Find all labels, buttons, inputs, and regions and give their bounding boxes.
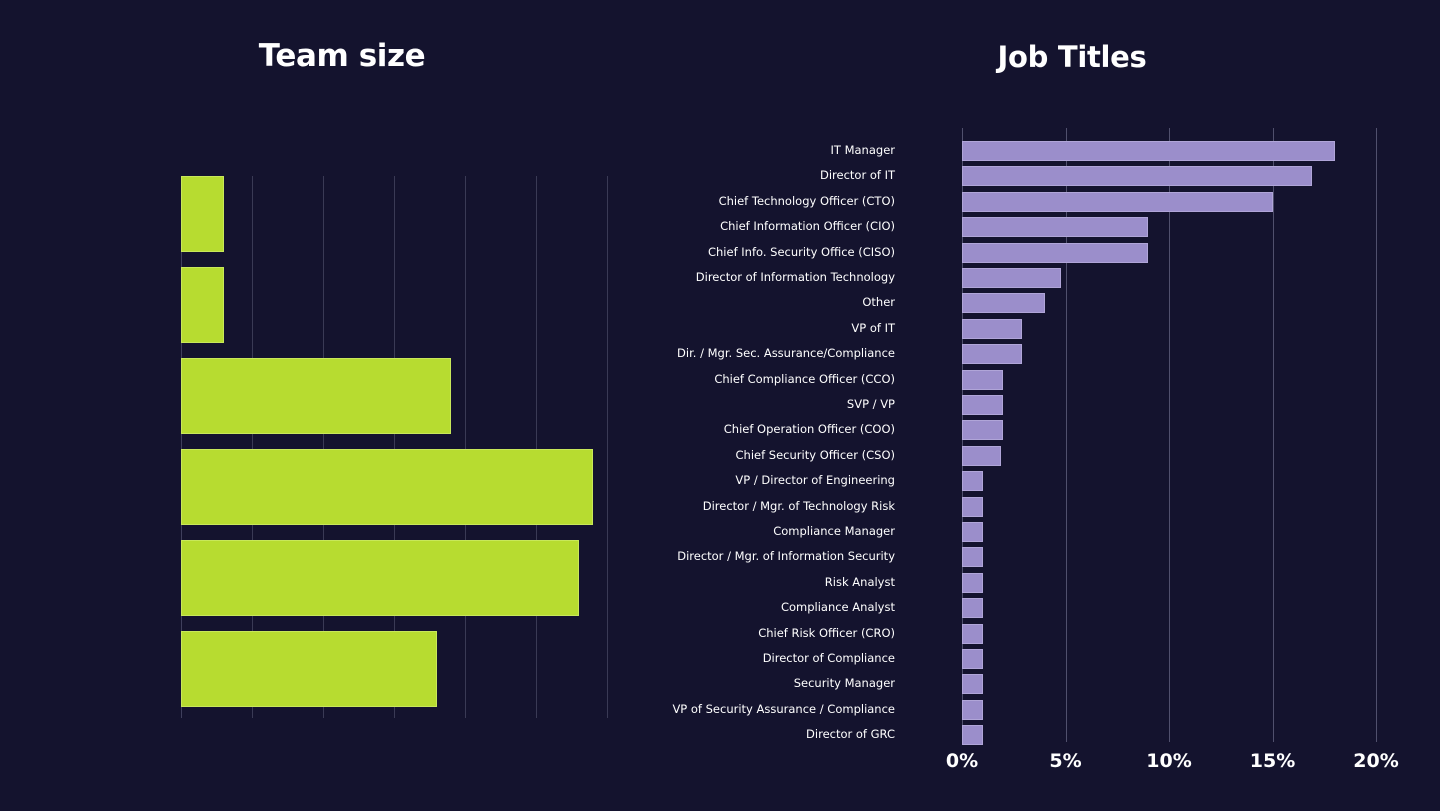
- team-size-chart-title: Team size: [258, 38, 426, 74]
- job-title-category-label: Compliance Analyst: [780, 600, 895, 615]
- job-title-bar[interactable]: [962, 471, 983, 492]
- job-title-bar[interactable]: [962, 191, 1273, 212]
- job-title-bar[interactable]: [962, 572, 983, 593]
- job-title-category-label: Compliance Manager: [773, 524, 895, 538]
- job-title-category-label: Chief Security Officer (CSO): [735, 447, 895, 462]
- job-title-category-label: VP of Security Assurance / Compliance: [672, 701, 895, 716]
- job-title-bar[interactable]: [962, 268, 1062, 288]
- job-title-bar[interactable]: [962, 420, 1004, 441]
- job-title-bar[interactable]: [962, 623, 983, 644]
- job-title-category-label: Director of Compliance: [762, 651, 895, 665]
- job-title-category-label: Risk Analyst: [824, 574, 895, 589]
- team-size-bar[interactable]: [181, 267, 224, 343]
- job-title-bar[interactable]: [962, 395, 1004, 415]
- job-title-bar[interactable]: [962, 293, 1045, 314]
- gridline: [1272, 128, 1274, 742]
- job-title-category-label: Director of GRC: [806, 727, 895, 742]
- gridline: [536, 176, 537, 718]
- job-title-bar[interactable]: [962, 369, 1004, 390]
- job-title-category-label: Chief Operation Officer (COO): [723, 422, 895, 437]
- job-title-category-label: Chief Risk Officer (CRO): [758, 625, 895, 640]
- job-title-bar[interactable]: [962, 598, 983, 619]
- x-tick-label: 10%: [1146, 750, 1192, 772]
- team-size-bar[interactable]: [181, 358, 451, 434]
- job-title-category-label: Director of Information Technology: [695, 270, 895, 284]
- gridline: [1169, 128, 1170, 742]
- job-title-bar[interactable]: [962, 166, 1312, 187]
- job-title-category-label: VP / Director of Engineering: [735, 473, 895, 488]
- job-title-category-label: Chief Compliance Officer (CCO): [714, 371, 895, 386]
- x-tick-label: 20%: [1353, 750, 1399, 772]
- job-title-category-label: Director / Mgr. of Technology Risk: [702, 498, 895, 513]
- job-title-bar[interactable]: [962, 344, 1023, 365]
- job-title-category-label: Chief Technology Officer (CTO): [718, 193, 895, 208]
- job-titles-chart-title: Job Titles: [997, 40, 1147, 74]
- gridline: [1376, 128, 1377, 742]
- job-title-category-label: Director / Mgr. of Information Security: [677, 549, 895, 564]
- job-title-category-label: Security Manager: [793, 676, 895, 691]
- gridline: [465, 176, 466, 718]
- job-title-bar[interactable]: [962, 674, 983, 695]
- team-size-bar[interactable]: [181, 176, 224, 252]
- job-title-bar[interactable]: [962, 725, 983, 746]
- job-title-category-label: Other: [862, 295, 895, 310]
- job-title-category-label: Chief Information Officer (CIO): [720, 219, 895, 234]
- job-title-category-label: VP of IT: [851, 320, 895, 335]
- job-title-category-label: Dir. / Mgr. Sec. Assurance/Compliance: [677, 346, 895, 361]
- job-title-bar[interactable]: [962, 318, 1023, 339]
- job-title-category-label: Director of IT: [819, 168, 895, 183]
- team-size-bar[interactable]: [181, 449, 593, 525]
- team-size-bar[interactable]: [181, 540, 579, 616]
- job-title-bar[interactable]: [962, 699, 983, 720]
- job-titles-plot-area: IT Manager Director of IT Chief Technology…: [672, 128, 1399, 772]
- job-title-category-label: IT Manager: [830, 143, 895, 157]
- job-title-bar[interactable]: [962, 649, 983, 669]
- job-title-bar[interactable]: [962, 217, 1149, 238]
- job-title-bar[interactable]: [962, 547, 983, 568]
- job-title-bar[interactable]: [962, 496, 983, 517]
- job-title-bar[interactable]: [962, 445, 1002, 466]
- x-tick-label: 0%: [945, 750, 979, 772]
- x-tick-label: 15%: [1249, 750, 1296, 772]
- team-size-bar[interactable]: [181, 631, 437, 707]
- job-title-category-label: Chief Info. Security Office (CISO): [707, 244, 895, 259]
- x-tick-label: 5%: [1049, 750, 1082, 772]
- job-title-category-label: SVP / VP: [846, 397, 895, 411]
- job-title-bar[interactable]: [962, 522, 983, 542]
- job-title-bar[interactable]: [962, 242, 1149, 263]
- job-title-bar[interactable]: [962, 141, 1335, 161]
